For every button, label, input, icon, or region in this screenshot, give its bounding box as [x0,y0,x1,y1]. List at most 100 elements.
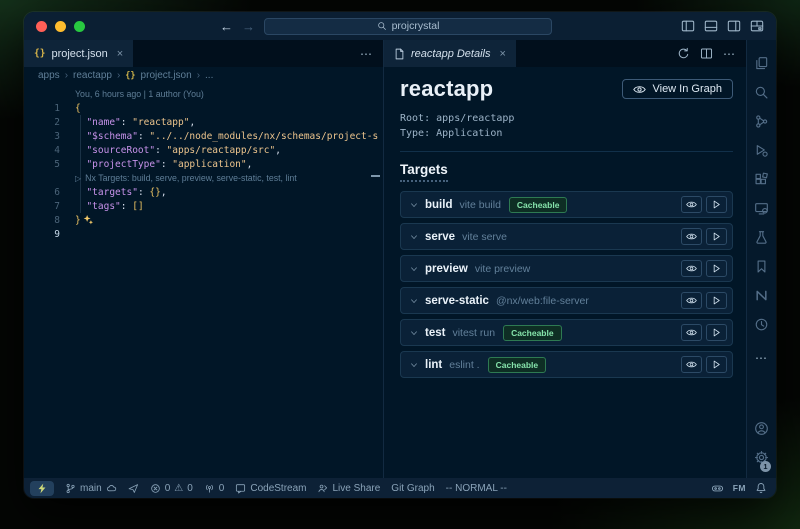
show-target-config-button[interactable] [681,356,702,373]
search-icon[interactable] [754,78,769,107]
branch-indicator[interactable]: main [65,483,117,494]
gitgraph-indicator[interactable]: Git Graph [391,483,434,494]
tab-reactapp-details[interactable]: reactapp Details × [384,40,516,67]
copilot-icon[interactable] [711,482,724,495]
codelens-line: You, 6 hours ago | 1 author (You) [24,87,383,101]
tab-project-json[interactable]: {} project.json × [24,40,133,67]
run-target-button[interactable] [706,196,727,213]
show-target-config-button[interactable] [681,228,702,245]
run-target-button[interactable] [706,260,727,277]
view-in-graph-button[interactable]: View In Graph [622,79,733,99]
titlebar[interactable]: ← → projcrystal [24,12,776,40]
line-number: 1 [24,103,60,114]
timeline-icon[interactable] [754,310,769,339]
fm-indicator[interactable]: FM [733,483,746,493]
launch-indicator[interactable] [128,483,139,494]
toggle-secondary-sidebar-icon[interactable] [727,19,741,33]
chevron-down-icon[interactable] [409,296,419,306]
launch-icon [128,483,139,494]
remote-indicator[interactable] [30,481,54,496]
show-target-config-button[interactable] [681,292,702,309]
codelens[interactable]: ▷Nx Targets: build, serve, preview, serv… [75,173,297,183]
target-row[interactable]: build vite build Cacheable [400,191,733,218]
chevron-down-icon[interactable] [409,232,419,242]
bookmarks-icon[interactable] [754,252,769,281]
ports-indicator[interactable]: 0 [204,483,225,494]
forward-button[interactable]: → [242,20,255,33]
breadcrumb-reactapp[interactable]: reactapp [73,70,112,81]
close-window-button[interactable] [36,21,47,32]
breadcrumb-symbol[interactable]: ... [205,70,213,81]
target-name: preview [425,263,468,275]
run-and-debug-icon[interactable] [754,136,769,165]
target-row[interactable]: lint eslint . Cacheable [400,351,733,378]
source-control-icon[interactable] [754,107,769,136]
nx-console-icon[interactable] [754,281,769,310]
toggle-panel-icon[interactable] [704,19,718,33]
breadcrumb-file[interactable]: project.json [141,70,192,81]
run-target-button[interactable] [706,228,727,245]
ports-count: 0 [219,483,225,494]
indent-guide [80,115,81,213]
chevron-down-icon[interactable] [409,200,419,210]
testing-icon[interactable] [754,223,769,252]
breadcrumb[interactable]: apps › reactapp › {} project.json › ... [24,67,383,84]
json-file-icon: {} [34,48,45,59]
back-button[interactable]: ← [220,20,233,33]
settings-gear-icon[interactable]: 1 [754,443,769,472]
chevron-down-icon[interactable] [409,328,419,338]
code-line: 8} [24,213,383,227]
target-name: test [425,327,445,339]
more-views-icon[interactable]: ⋯ [755,345,768,371]
eye-icon [686,295,697,306]
code-editor[interactable]: You, 6 hours ago | 1 author (You)1{2 "na… [24,84,383,478]
target-row[interactable]: test vitest run Cacheable [400,319,733,346]
warning-count: 0 [187,483,193,494]
target-row[interactable]: preview vite preview [400,255,733,282]
target-command: @nx/web:file-server [496,295,589,307]
account-icon[interactable] [754,414,769,443]
command-center-text: projcrystal [392,20,440,32]
liveshare-indicator[interactable]: Live Share [317,483,380,494]
activity-bar: ⋯ 1 [746,40,776,478]
refresh-icon[interactable] [677,47,690,60]
eye-icon [633,84,646,95]
toggle-sidebar-icon[interactable] [681,19,695,33]
target-name: serve [425,231,455,243]
target-row[interactable]: serve vite serve [400,223,733,250]
explorer-icon[interactable] [754,49,769,78]
show-target-config-button[interactable] [681,196,702,213]
command-center[interactable]: projcrystal [264,18,552,35]
run-target-button[interactable] [706,356,727,373]
show-target-config-button[interactable] [681,260,702,277]
liveshare-label: Live Share [332,483,380,494]
target-command: vite serve [462,231,507,243]
minimize-window-button[interactable] [55,21,66,32]
project-title: reactapp [400,76,493,102]
broadcast-icon [204,483,215,494]
run-target-button[interactable] [706,292,727,309]
split-editor-icon[interactable] [700,47,713,60]
more-actions-icon[interactable]: ⋯ [360,47,373,61]
play-icon [711,359,722,370]
remote-explorer-icon[interactable] [754,194,769,223]
vim-mode-indicator[interactable]: -- NORMAL -- [446,483,507,494]
customize-layout-icon[interactable] [750,19,764,33]
breadcrumb-apps[interactable]: apps [38,70,60,81]
target-row[interactable]: serve-static @nx/web:file-server [400,287,733,314]
close-tab-icon[interactable]: × [500,48,506,60]
bell-icon[interactable] [755,482,767,494]
more-actions-icon[interactable]: ⋯ [723,47,736,61]
play-icon [711,231,722,242]
codestream-indicator[interactable]: CodeStream [235,483,306,494]
maximize-window-button[interactable] [74,21,85,32]
target-command: vite preview [475,263,530,275]
problems-indicator[interactable]: 0 ⚠ 0 [150,483,193,494]
close-tab-icon[interactable]: × [117,48,123,60]
codelens[interactable]: You, 6 hours ago | 1 author (You) [75,89,204,99]
extensions-icon[interactable] [754,165,769,194]
show-target-config-button[interactable] [681,324,702,341]
run-target-button[interactable] [706,324,727,341]
chevron-down-icon[interactable] [409,360,419,370]
chevron-down-icon[interactable] [409,264,419,274]
